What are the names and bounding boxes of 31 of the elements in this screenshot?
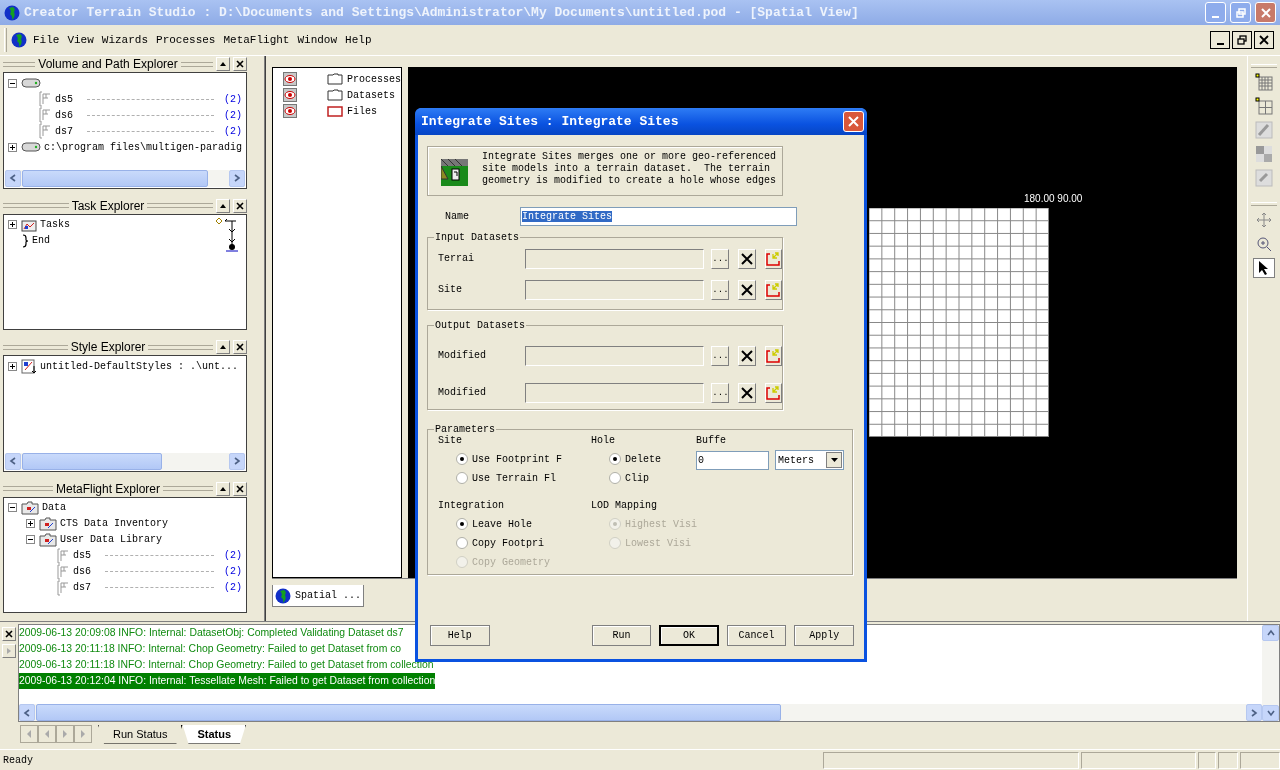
- option-group-title: LOD Mapping: [591, 500, 658, 513]
- coordinate-label: 180.00 90.00: [1024, 193, 1083, 204]
- dialog-title: Integrate Sites : Integrate Sites: [420, 114, 680, 129]
- group-title: Output Datasets: [434, 320, 526, 331]
- panel-title: Task Explorer: [71, 198, 145, 213]
- dropdown-value: Meters: [778, 454, 814, 466]
- field-label: Terrai: [438, 253, 475, 264]
- description-text: Integrate Sites merges one or more geo-referenced site models into a terrain dataset. The terrain geometry is modified to create a hole whose edges: [482, 151, 778, 188]
- item-count: (2): [224, 582, 242, 593]
- option-group-title: Hole: [591, 435, 616, 448]
- item-count: (2): [224, 550, 242, 561]
- window-title: Creator Terrain Studio : D:\Documents and Settings\Administrator\My Documents\untitled.pod - [Spatial View]: [24, 5, 860, 20]
- panel-title: Volume and Path Explorer: [38, 57, 178, 71]
- field-label: Buffe: [696, 435, 727, 448]
- field-value: 0: [698, 454, 704, 466]
- group-title: Parameters: [434, 424, 496, 435]
- panel-title: MetaFlight Explorer: [56, 481, 161, 496]
- field-label: Site: [438, 284, 463, 295]
- group-title: Input Datasets: [434, 232, 520, 243]
- field-value: Integrate Sites: [522, 210, 612, 222]
- item-count: (2): [224, 93, 242, 105]
- item-count: (2): [224, 125, 242, 137]
- field-label: Name: [444, 210, 470, 222]
- field-label: Modified: [438, 350, 487, 361]
- option-group-title: Site: [438, 435, 463, 448]
- status-text: Ready: [3, 754, 34, 766]
- item-count: (2): [224, 109, 242, 121]
- item-count: (2): [224, 566, 242, 577]
- panel-title: Style Explorer: [70, 340, 146, 354]
- option-group-title: Integration: [438, 500, 505, 513]
- field-label: Modified: [438, 387, 487, 398]
